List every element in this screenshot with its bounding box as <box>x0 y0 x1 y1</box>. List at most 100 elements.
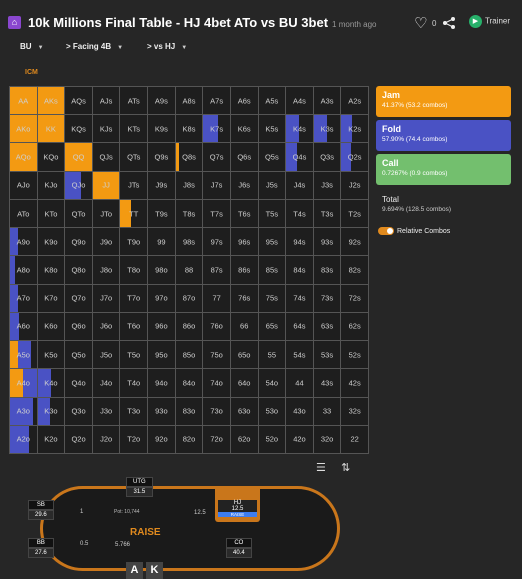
hand-cell[interactable]: T4o <box>120 369 148 397</box>
hand-cell[interactable]: A5s <box>258 87 286 115</box>
hand-cell[interactable]: 75s <box>258 284 286 312</box>
hand-cell[interactable]: 63s <box>313 312 341 341</box>
hand-cell[interactable]: AJs <box>92 87 120 115</box>
hand-cell[interactable]: 22 <box>341 425 368 453</box>
hand-cell[interactable]: 94s <box>286 228 313 256</box>
hand-cell[interactable]: 42s <box>341 369 368 397</box>
hand-cell[interactable]: Q8s <box>175 143 203 171</box>
hand-cell[interactable]: 73s <box>313 284 341 312</box>
hand-cell[interactable]: AJo <box>10 171 37 199</box>
position-dropdown[interactable]: BU ▼ <box>20 42 44 51</box>
hand-cell[interactable]: 98o <box>148 256 175 284</box>
hand-cell[interactable]: 65s <box>258 312 286 341</box>
hand-cell[interactable]: QJs <box>92 143 120 171</box>
hand-cell[interactable]: J4o <box>92 369 120 397</box>
hand-cell[interactable]: 92s <box>341 228 368 256</box>
hand-cell[interactable]: 74o <box>203 369 230 397</box>
hand-cell[interactable]: 92o <box>148 425 175 453</box>
hand-cell[interactable]: J7o <box>92 284 120 312</box>
hand-cell[interactable]: QQ <box>65 143 92 171</box>
hand-cell[interactable]: Q8o <box>65 256 92 284</box>
hand-cell[interactable]: 72s <box>341 284 368 312</box>
hand-cell[interactable]: 93s <box>313 228 341 256</box>
hand-cell[interactable]: KQo <box>37 143 65 171</box>
hand-cell[interactable]: T9s <box>148 199 175 228</box>
legend-fold[interactable]: Fold 57.90% (74.4 combos) <box>376 120 511 151</box>
hand-cell[interactable]: ATs <box>120 87 148 115</box>
hand-cell[interactable]: T5s <box>258 199 286 228</box>
hand-cell[interactable]: Q2s <box>341 143 368 171</box>
hand-cell[interactable]: 85s <box>258 256 286 284</box>
hand-cell[interactable]: 53s <box>313 341 341 369</box>
hand-cell[interactable]: 75o <box>203 341 230 369</box>
hand-cell[interactable]: 72o <box>203 425 230 453</box>
hand-cell[interactable]: K6o <box>37 312 65 341</box>
hand-cell[interactable]: Q9o <box>65 228 92 256</box>
hand-cell[interactable]: 99 <box>148 228 175 256</box>
hand-cell[interactable]: 44 <box>286 369 313 397</box>
hand-cell[interactable]: 97s <box>203 228 230 256</box>
hand-cell[interactable]: 76o <box>203 312 230 341</box>
hand-cell[interactable]: T4s <box>286 199 313 228</box>
hand-cell[interactable]: T6s <box>230 199 258 228</box>
hand-cell[interactable]: TT <box>120 199 148 228</box>
hand-cell[interactable]: K5o <box>37 341 65 369</box>
hand-cell[interactable]: 52s <box>341 341 368 369</box>
hand-cell[interactable]: A7o <box>10 284 37 312</box>
hand-cell[interactable]: K4o <box>37 369 65 397</box>
hand-cell[interactable]: T7o <box>120 284 148 312</box>
hand-cell[interactable]: KTs <box>120 115 148 143</box>
hand-cell[interactable]: 87s <box>203 256 230 284</box>
vs-dropdown[interactable]: > vs HJ ▼ <box>147 42 187 51</box>
hand-cell[interactable]: J4s <box>286 171 313 199</box>
hand-cell[interactable]: Q7s <box>203 143 230 171</box>
hand-cell[interactable]: A8o <box>10 256 37 284</box>
hand-cell[interactable]: KK <box>37 115 65 143</box>
legend-call[interactable]: Call 0.7267% (0.9 combos) <box>376 154 511 185</box>
hand-cell[interactable]: QJo <box>65 171 92 199</box>
hand-cell[interactable]: JTo <box>92 199 120 228</box>
hand-cell[interactable]: 63o <box>230 397 258 425</box>
hand-cell[interactable]: J3s <box>313 171 341 199</box>
hand-cell[interactable]: AQo <box>10 143 37 171</box>
sort-icon[interactable]: ⇅ <box>341 462 350 474</box>
hand-cell[interactable]: Q6o <box>65 312 92 341</box>
hand-cell[interactable]: 97o <box>148 284 175 312</box>
hand-cell[interactable]: Q3o <box>65 397 92 425</box>
hand-cell[interactable]: J2o <box>92 425 120 453</box>
facing-dropdown[interactable]: > Facing 4B ▼ <box>66 42 123 51</box>
hand-cell[interactable]: K9s <box>148 115 175 143</box>
hand-cell[interactable]: T6o <box>120 312 148 341</box>
hand-cell[interactable]: ATo <box>10 199 37 228</box>
hand-cell[interactable]: 73o <box>203 397 230 425</box>
hand-cell[interactable]: Q4s <box>286 143 313 171</box>
hand-cell[interactable]: 52o <box>258 425 286 453</box>
hand-cell[interactable]: 96s <box>230 228 258 256</box>
hand-cell[interactable]: K8o <box>37 256 65 284</box>
hand-cell[interactable]: T8o <box>120 256 148 284</box>
hand-cell[interactable]: J7s <box>203 171 230 199</box>
hand-cell[interactable]: AQs <box>65 87 92 115</box>
hand-cell[interactable]: 42o <box>286 425 313 453</box>
hand-cell[interactable]: Q6s <box>230 143 258 171</box>
hand-cell[interactable]: AA <box>10 87 37 115</box>
hand-cell[interactable]: 95s <box>258 228 286 256</box>
hand-cell[interactable]: KTo <box>37 199 65 228</box>
hand-cell[interactable]: 64o <box>230 369 258 397</box>
hand-cell[interactable]: A9o <box>10 228 37 256</box>
hand-cell[interactable]: Q9s <box>148 143 175 171</box>
hand-cell[interactable]: Q3s <box>313 143 341 171</box>
hand-cell[interactable]: 82s <box>341 256 368 284</box>
hand-cell[interactable]: 86s <box>230 256 258 284</box>
hand-cell[interactable]: 33 <box>313 397 341 425</box>
hand-cell[interactable]: 32s <box>341 397 368 425</box>
hand-cell[interactable]: T8s <box>175 199 203 228</box>
hand-cell[interactable]: Q5o <box>65 341 92 369</box>
hand-cell[interactable]: A2o <box>10 425 37 453</box>
hand-cell[interactable]: A7s <box>203 87 230 115</box>
hand-cell[interactable]: K3s <box>313 115 341 143</box>
trainer-button[interactable]: ▶ Trainer <box>469 15 510 28</box>
hand-cell[interactable]: T9o <box>120 228 148 256</box>
hand-cell[interactable]: Q7o <box>65 284 92 312</box>
list-icon[interactable]: ☰ <box>316 462 326 474</box>
